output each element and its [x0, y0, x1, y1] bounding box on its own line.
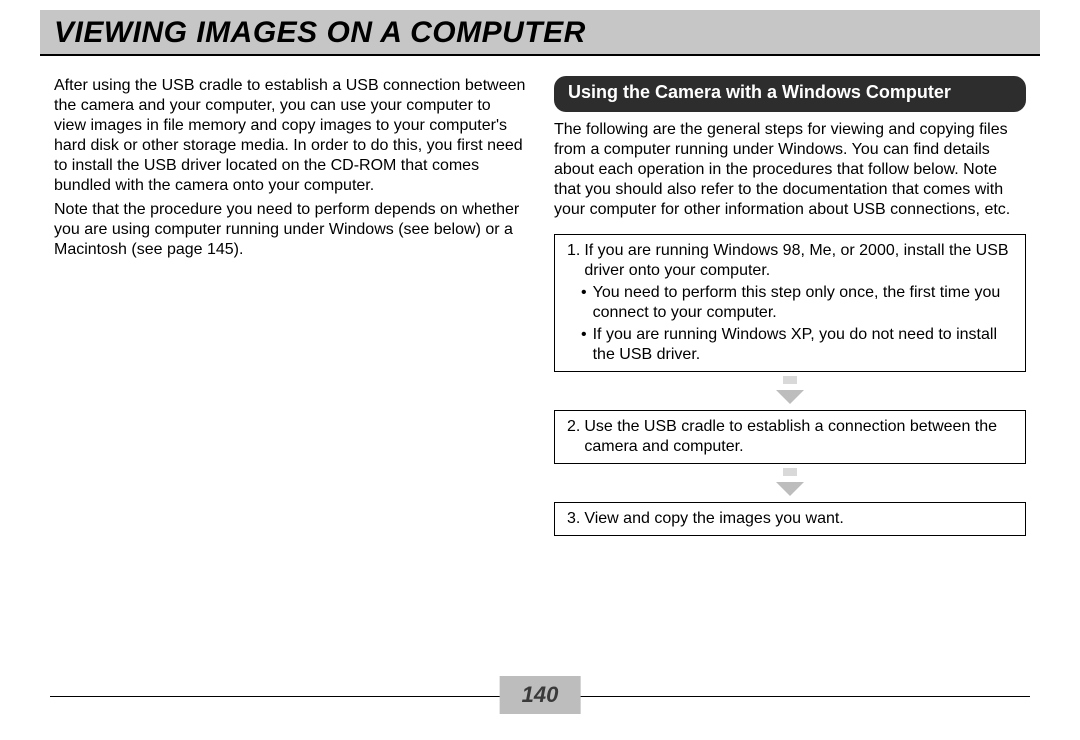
- page: VIEWING IMAGES ON A COMPUTER After using…: [0, 10, 1080, 740]
- step-number: 3.: [567, 509, 580, 529]
- step-text: If you are running Windows 98, Me, or 20…: [584, 241, 1015, 281]
- step-2: 2. Use the USB cradle to establish a con…: [567, 417, 1015, 457]
- header-bar: VIEWING IMAGES ON A COMPUTER: [40, 10, 1040, 56]
- step-number: 1.: [567, 241, 580, 281]
- step-text: Use the USB cradle to establish a connec…: [584, 417, 1015, 457]
- step-1: 1. If you are running Windows 98, Me, or…: [567, 241, 1015, 281]
- page-number: 140: [500, 676, 581, 714]
- content-columns: After using the USB cradle to establish …: [40, 76, 1040, 536]
- right-column: Using the Camera with a Windows Computer…: [554, 76, 1040, 536]
- step-box-3: 3. View and copy the images you want.: [554, 502, 1026, 536]
- bullet-icon: •: [581, 325, 587, 365]
- bullet-text: You need to perform this step only once,…: [593, 283, 1015, 323]
- arrow-down-icon: [554, 376, 1026, 404]
- bullet-text: If you are running Windows XP, you do no…: [593, 325, 1015, 365]
- step-1-bullet-2: • If you are running Windows XP, you do …: [581, 325, 1015, 365]
- page-title: VIEWING IMAGES ON A COMPUTER: [54, 16, 1026, 50]
- left-column: After using the USB cradle to establish …: [40, 76, 526, 536]
- step-1-bullet-1: • You need to perform this step only onc…: [581, 283, 1015, 323]
- step-3: 3. View and copy the images you want.: [567, 509, 1015, 529]
- step-text: View and copy the images you want.: [584, 509, 1015, 529]
- step-number: 2.: [567, 417, 580, 457]
- step-box-1: 1. If you are running Windows 98, Me, or…: [554, 234, 1026, 372]
- intro-paragraph-1: After using the USB cradle to establish …: [54, 76, 526, 196]
- intro-paragraph-2: Note that the procedure you need to perf…: [54, 200, 526, 260]
- windows-intro-paragraph: The following are the general steps for …: [554, 120, 1026, 220]
- page-footer: 140: [40, 676, 1040, 716]
- section-heading-windows: Using the Camera with a Windows Computer: [554, 76, 1026, 112]
- arrow-down-icon: [554, 468, 1026, 496]
- step-box-2: 2. Use the USB cradle to establish a con…: [554, 410, 1026, 464]
- bullet-icon: •: [581, 283, 587, 323]
